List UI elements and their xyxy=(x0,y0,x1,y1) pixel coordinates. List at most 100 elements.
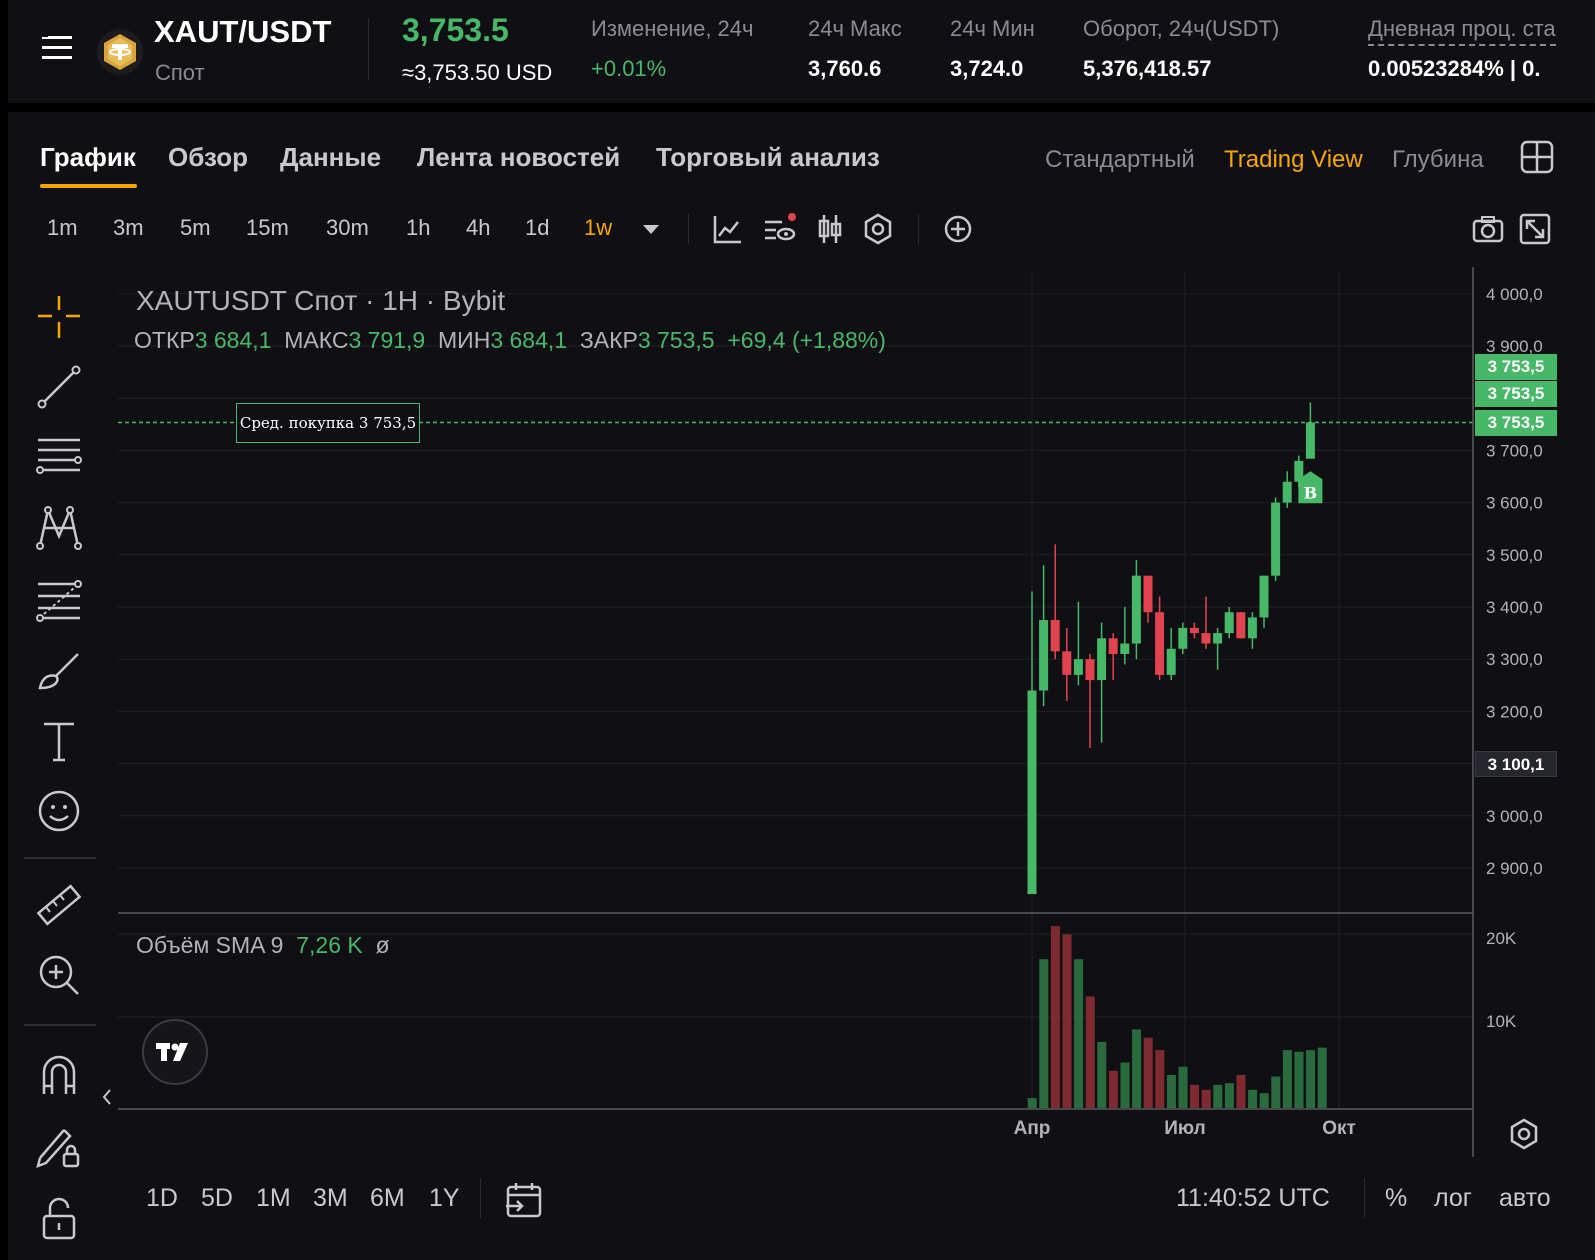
menu-icon[interactable] xyxy=(42,34,74,62)
price-tick-label: 3 500,0 xyxy=(1486,546,1543,565)
candle-body xyxy=(1050,620,1060,652)
volume-bar xyxy=(1248,1089,1258,1108)
percent-scale-toggle[interactable]: % xyxy=(1385,1184,1407,1213)
hide-volume-icon[interactable]: ø xyxy=(376,932,390,958)
range-6m[interactable]: 6M xyxy=(370,1184,405,1213)
auto-scale-toggle[interactable]: авто xyxy=(1499,1184,1551,1213)
chart-grid xyxy=(118,272,1473,1108)
volume-bar xyxy=(1097,1041,1107,1108)
tradingview-logo-icon[interactable] xyxy=(142,1019,208,1085)
time-tick-label: Июл xyxy=(1164,1118,1205,1139)
price-tag-avg-buy: 3 753,5 xyxy=(1475,410,1557,436)
price-tick-label: 3 600,0 xyxy=(1486,494,1543,513)
open-label: ОТКР xyxy=(134,327,195,353)
price-tick-label: 2 900,0 xyxy=(1486,859,1543,878)
go-to-date-icon[interactable] xyxy=(504,1180,544,1220)
volume-tick-label: 20K xyxy=(1486,929,1517,948)
chart-legend-title: XAUTUSDT Спот · 1H · Bybit xyxy=(136,285,506,316)
candle-body xyxy=(1201,633,1211,644)
high-label: МАКС xyxy=(284,327,349,353)
change-value: +69,4 (+1,88%) xyxy=(727,327,886,353)
bottom-divider xyxy=(480,1178,481,1218)
high-value: 3 791,9 xyxy=(348,327,426,353)
range-3m[interactable]: 3M xyxy=(313,1184,348,1213)
candle-body xyxy=(1189,627,1199,634)
candle-body xyxy=(1166,648,1176,675)
price-tick-label: 4 000,0 xyxy=(1486,285,1543,304)
volume-bar xyxy=(1294,1051,1304,1108)
chart-panel: График Обзор Данные Лента новостей Торго… xyxy=(8,112,1595,1260)
header-divider xyxy=(368,18,369,80)
candle-body xyxy=(1282,481,1292,503)
candle-body xyxy=(1155,612,1165,675)
stat-interest-label[interactable]: Дневная проц. ста xyxy=(1368,16,1556,46)
stat-high-label: 24ч Макс xyxy=(808,16,902,41)
price-usd: ≈3,753.50 USD xyxy=(402,60,553,85)
stat-interest-value: 0.00523284% | 0. xyxy=(1368,56,1541,81)
crosshair-price-tag: 3 100,1 xyxy=(1475,751,1557,777)
time-tick-label: Апр xyxy=(1014,1118,1051,1139)
log-scale-toggle[interactable]: лог xyxy=(1434,1184,1472,1213)
candle-body xyxy=(1271,502,1281,576)
price-tick-label: 3 300,0 xyxy=(1486,650,1543,669)
volume-bar xyxy=(1132,1029,1142,1108)
stat-high-value: 3,760.6 xyxy=(808,56,882,81)
axis-settings-icon[interactable] xyxy=(1504,1117,1544,1151)
volume-label: Объём SMA 9 xyxy=(136,932,284,958)
volume-bar xyxy=(1027,1098,1037,1108)
volume-bar xyxy=(1085,996,1095,1108)
range-5d[interactable]: 5D xyxy=(201,1184,233,1213)
close-value: 3 753,5 xyxy=(637,327,715,353)
price-tick-label: 3 200,0 xyxy=(1486,702,1543,721)
price-tick-label: 3 400,0 xyxy=(1486,598,1543,617)
candle-body xyxy=(1247,617,1257,639)
candle-body xyxy=(1305,422,1315,459)
chart-axes: 4 000,03 900,03 800,03 700,03 600,03 500… xyxy=(118,267,1543,1157)
bottom-divider xyxy=(1364,1178,1365,1218)
volume-bar xyxy=(1236,1074,1246,1108)
candle-body xyxy=(1073,659,1083,675)
volume-bar xyxy=(1166,1074,1176,1108)
market-type: Спот xyxy=(155,60,205,85)
candle-body xyxy=(1039,620,1049,691)
tether-gold-logo-icon xyxy=(97,29,143,75)
avg-buy-label[interactable]: Сред. покупка 3 753,5 xyxy=(236,403,420,443)
volume-bar xyxy=(1306,1050,1316,1108)
volume-bar xyxy=(1143,1037,1153,1108)
volume-bar xyxy=(1317,1047,1327,1108)
volume-sma-value: 7,26 K xyxy=(296,932,363,958)
time-tick-label: Окт xyxy=(1322,1118,1356,1139)
price-tick-label: 3 000,0 xyxy=(1486,807,1543,826)
volume-bar xyxy=(1190,1084,1200,1108)
candlesticks: B xyxy=(1027,402,1323,895)
candle-body xyxy=(1108,638,1118,654)
volume-bar xyxy=(1282,1050,1292,1108)
range-1d[interactable]: 1D xyxy=(146,1184,178,1213)
volume-bar xyxy=(1178,1066,1188,1108)
volume-bar xyxy=(1074,959,1084,1108)
stat-low-label: 24ч Мин xyxy=(950,16,1035,41)
candle-body xyxy=(1131,575,1141,644)
candle-body xyxy=(1085,659,1095,681)
pair-name[interactable]: XAUT/USDT xyxy=(154,14,331,50)
close-label: ЗАКР xyxy=(579,327,638,353)
range-1m[interactable]: 1M xyxy=(256,1184,291,1213)
candle-body xyxy=(1120,643,1130,654)
volume-legend: Объём SMA 9 7,26 K ø xyxy=(136,932,390,959)
stat-turnover-label: Оборот, 24ч(USDT) xyxy=(1083,16,1280,41)
low-label: МИН xyxy=(438,327,491,353)
utc-clock[interactable]: 11:40:52 UTC xyxy=(1176,1184,1330,1213)
stat-low-value: 3,724.0 xyxy=(950,56,1024,81)
range-1y[interactable]: 1Y xyxy=(429,1184,460,1213)
market-header: XAUT/USDT Спот 3,753.5 ≈3,753.50 USD Изм… xyxy=(8,0,1595,103)
price-tag-last: 3 753,5 xyxy=(1475,354,1557,380)
bottom-bar: 1D 5D 1M 3M 6M 1Y 11:40:52 UTC % лог авт… xyxy=(8,1170,1595,1230)
price-tag-close: 3 753,5 xyxy=(1475,381,1557,407)
stat-change-label: Изменение, 24ч xyxy=(591,16,754,41)
volume-bar xyxy=(1213,1084,1223,1108)
candle-body xyxy=(1259,575,1269,618)
candle-body xyxy=(1178,627,1188,649)
volume-bar xyxy=(1108,1070,1118,1108)
ohlc-legend: ОТКР3 684,1 МАКС3 791,9 МИН3 684,1 ЗАКР3… xyxy=(134,327,886,354)
volume-bar xyxy=(1259,1093,1269,1108)
